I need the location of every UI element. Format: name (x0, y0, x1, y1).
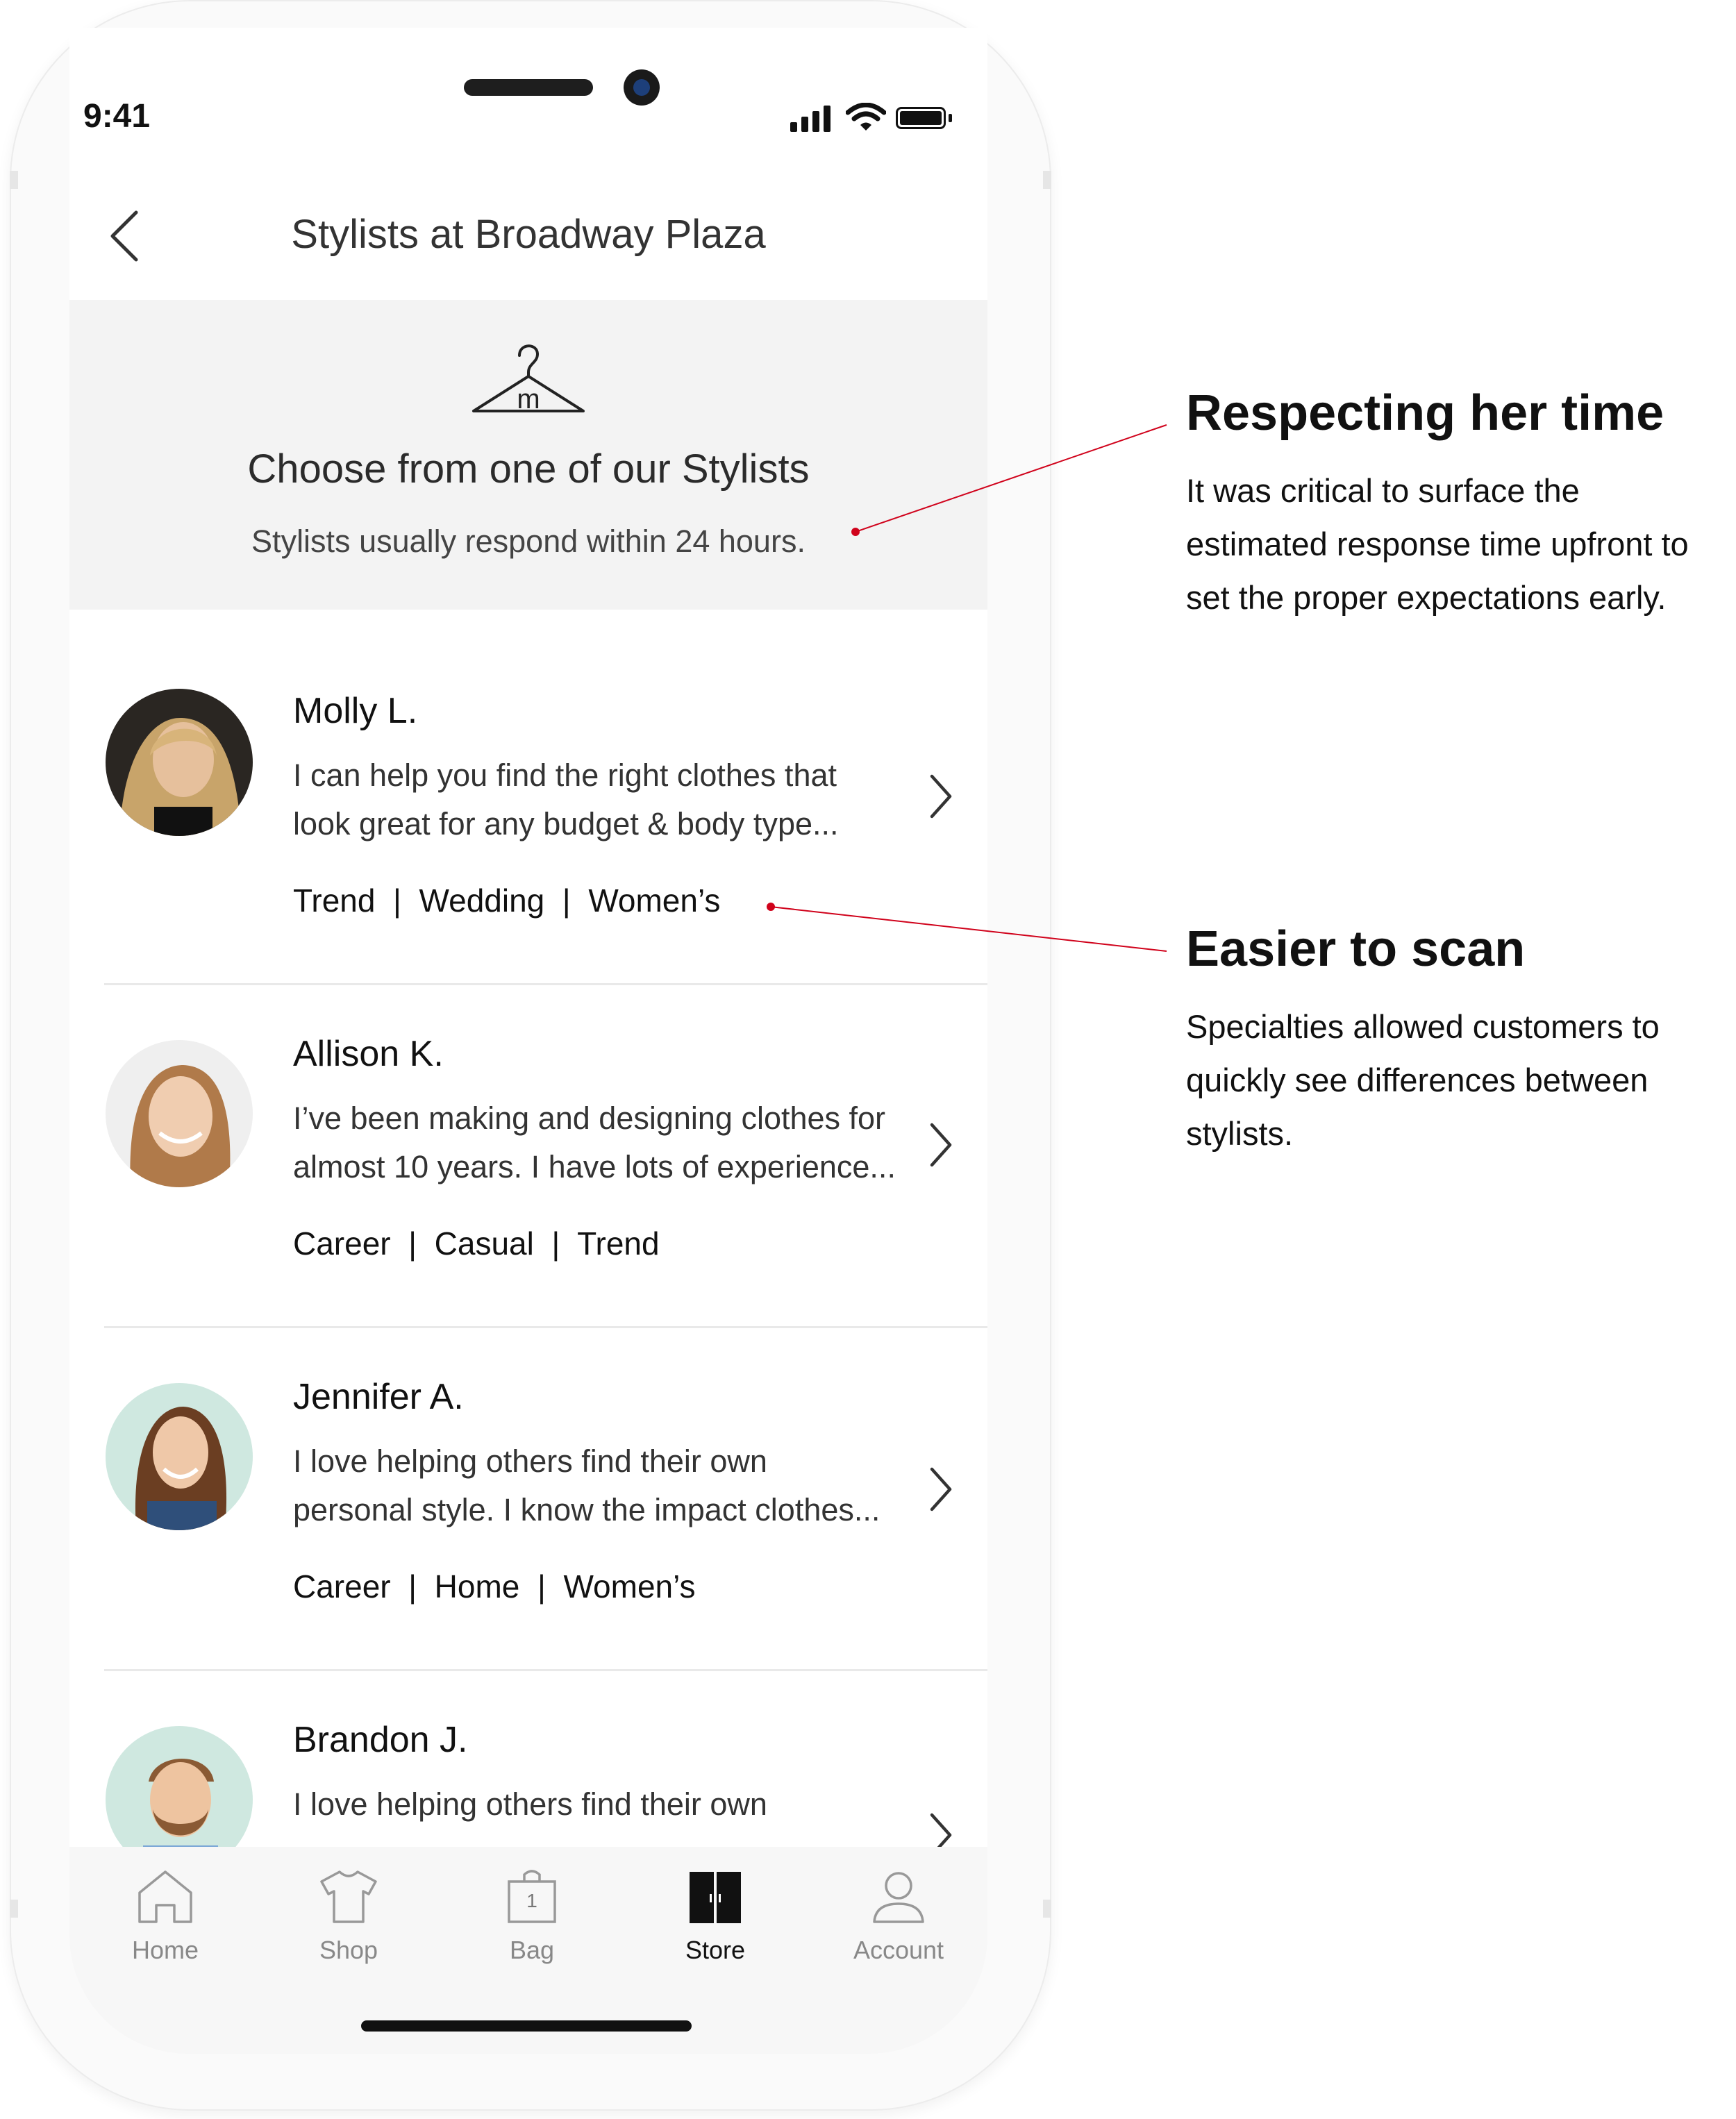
stylist-name: Molly L. (293, 691, 418, 731)
account-icon (873, 1872, 924, 1923)
tab-label: Home (131, 1936, 199, 1964)
stylist-card-allison[interactable]: Allison K. I’ve been making and designin… (69, 1005, 987, 1348)
tab-home[interactable]: Home (96, 1866, 235, 1977)
annotation-body: It was critical to surface the estimated… (1186, 464, 1735, 624)
annotation-line: set the proper expectations early. (1186, 579, 1667, 616)
stylist-specialties: Career | Home | Women’s (293, 1568, 696, 1605)
home-icon (138, 1870, 192, 1923)
tab-shop[interactable]: Shop (279, 1866, 418, 1977)
stylist-card-molly[interactable]: Molly L. I can help you find the right c… (69, 661, 987, 1004)
info-banner: m Choose from one of our Stylists Stylis… (69, 300, 987, 610)
stylist-card-brandon[interactable]: Brandon J. I love helping others find th… (69, 1691, 987, 1847)
stylist-name: Brandon J. (293, 1720, 468, 1760)
stylist-bio-line: I’ve been making and designing clothes f… (293, 1100, 886, 1136)
stylist-name: Allison K. (293, 1034, 444, 1074)
stylist-bio-line: I love helping others find their own (293, 1443, 767, 1479)
list-divider (104, 1326, 987, 1328)
side-button-right-bottom (1043, 1900, 1051, 1918)
bag-count-badge: 1 (526, 1890, 537, 1911)
stylist-bio: I love helping others find their own (293, 1780, 918, 1829)
banner-subtitle: Stylists usually respond within 24 hours… (251, 524, 806, 559)
annotation-line: Specialties allowed customers to (1186, 1008, 1660, 1045)
chevron-right-icon[interactable] (926, 1465, 954, 1514)
stylist-avatar (106, 1726, 253, 1847)
tab-store[interactable]: Store (646, 1866, 785, 1977)
stylist-bio-line: personal style. I know the impact clothe… (293, 1492, 880, 1527)
tab-label: Store (685, 1936, 746, 1964)
stylist-avatar (106, 689, 253, 836)
stylist-bio-line: I can help you find the right clothes th… (293, 757, 837, 793)
shirt-icon (320, 1870, 377, 1923)
stylist-name: Jennifer A. (293, 1377, 464, 1417)
side-button-left-bottom (10, 1900, 18, 1918)
stylist-avatar (106, 1040, 253, 1187)
stylist-bio-line: look great for any budget & body type... (293, 806, 839, 841)
side-button-left-top (10, 171, 18, 189)
bottom-tab-bar: Home Shop 1 Bag Store Account (69, 1847, 987, 2054)
battery-icon (896, 107, 946, 129)
front-camera (624, 69, 660, 106)
tab-label: Bag (509, 1936, 555, 1964)
stylist-bio: I’ve been making and designing clothes f… (293, 1094, 918, 1191)
stylist-avatar (106, 1383, 253, 1530)
tab-label: Account (853, 1936, 944, 1964)
annotation-line: It was critical to surface the (1186, 472, 1580, 509)
annotation-line: estimated response time upfront to (1186, 526, 1689, 562)
stylist-bio: I love helping others find their own per… (293, 1437, 918, 1534)
stylist-specialties: Career | Casual | Trend (293, 1225, 660, 1262)
page-title: Stylists at Broadway Plaza (291, 212, 766, 257)
chevron-right-icon[interactable] (926, 1121, 954, 1169)
stylist-specialties: Trend | Wedding | Women’s (293, 882, 721, 919)
status-time: 9:41 (83, 98, 151, 135)
stylist-bio-line: I love helping others find their own (293, 1786, 767, 1822)
wifi-icon (846, 103, 886, 131)
annotation-body: Specialties allowed customers to quickly… (1186, 1000, 1735, 1160)
list-divider (104, 1669, 987, 1671)
stylist-card-jennifer[interactable]: Jennifer A. I love helping others find t… (69, 1348, 987, 1691)
store-icon (690, 1872, 741, 1923)
tab-account[interactable]: Account (829, 1866, 968, 1977)
chevron-right-icon[interactable] (926, 772, 954, 821)
annotation-line: stylists. (1186, 1115, 1294, 1152)
banner-title: Choose from one of our Stylists (247, 446, 810, 492)
side-button-right-top (1043, 171, 1051, 189)
stylist-bio-line: almost 10 years. I have lots of experien… (293, 1149, 896, 1184)
speaker-grille (464, 79, 593, 96)
annotation-title: Easier to scan (1186, 921, 1526, 977)
annotation-title: Respecting her time (1186, 385, 1664, 441)
svg-text:m: m (517, 384, 540, 414)
annotation-line: quickly see differences between (1186, 1062, 1649, 1098)
stylist-bio: I can help you find the right clothes th… (293, 751, 918, 848)
tab-label: Shop (319, 1936, 378, 1964)
hanger-icon: m (472, 344, 585, 414)
chevron-right-icon[interactable] (926, 1811, 954, 1847)
home-indicator[interactable] (361, 2020, 692, 2032)
tab-bag[interactable]: 1 Bag (462, 1866, 601, 1977)
list-divider (104, 983, 987, 985)
status-icons (790, 103, 957, 132)
